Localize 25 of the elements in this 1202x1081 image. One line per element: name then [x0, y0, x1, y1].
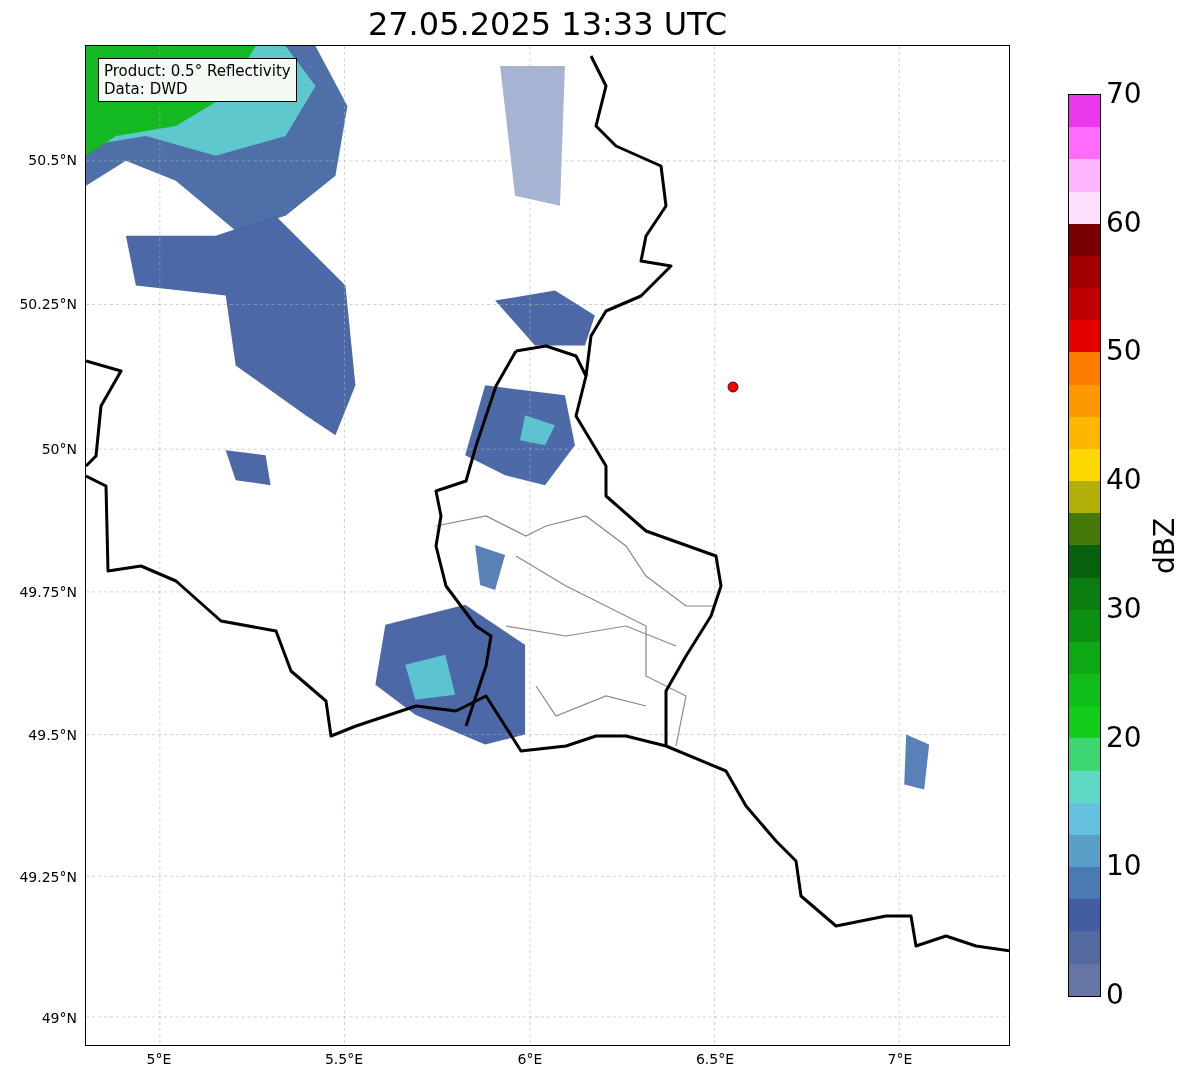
colorbar-tick-label: 40: [1106, 465, 1142, 496]
radar-site-marker-icon: [727, 381, 739, 393]
colorbar-tick-label: 0: [1106, 980, 1124, 1010]
legend-text: Data: DWD: [104, 80, 189, 98]
longitude-label: 5.5°E: [324, 1051, 364, 1067]
chart-title: 27.05.2025 13:33 UTC: [367, 4, 728, 44]
longitude-label: 5°E: [146, 1051, 172, 1067]
latitude-label: 50°N: [41, 441, 77, 457]
latitude-label: 49.5°N: [28, 727, 77, 743]
colorbar-tick-label: 70: [1106, 79, 1142, 109]
colorbar-tick-label: 30: [1106, 593, 1142, 624]
colorbar-tick-label: 20: [1106, 722, 1142, 753]
latitude-label: 50.25°N: [19, 296, 77, 312]
longitude-label: 7°E: [887, 1051, 913, 1067]
latitude-label: 49.75°N: [19, 584, 77, 600]
colorbar-tick-label: 60: [1106, 207, 1142, 238]
colorbar-label: dBZ: [1150, 517, 1180, 575]
colorbar-tick-label: 50: [1106, 336, 1142, 367]
longitude-label: 6°E: [517, 1051, 543, 1067]
latitude-label: 49°N: [41, 1010, 77, 1026]
legend-text: Product: 0.5° Reflectivity: [104, 62, 291, 80]
latitude-label: 50.5°N: [28, 152, 77, 168]
colorbar-tick-label: 10: [1106, 851, 1142, 882]
longitude-label: 6.5°E: [695, 1051, 735, 1067]
latitude-label: 49.25°N: [19, 869, 77, 885]
